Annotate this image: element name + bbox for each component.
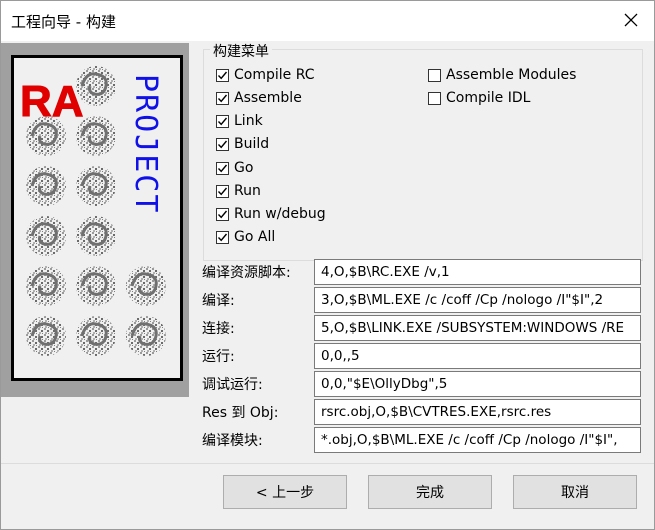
window-title: 工程向导 - 构建 [11,13,116,31]
checkbox-checked-icon[interactable] [216,207,229,221]
logo-letters: RA [20,77,84,126]
swirl-tile-icon [76,316,116,356]
swirl-tile-icon [26,266,66,306]
checkbox-empty-icon[interactable] [428,68,441,82]
checkbox-empty-icon[interactable] [428,91,441,105]
button-separator [1,463,654,464]
checkbox-run[interactable]: Run [216,181,261,201]
assemble-module-cmd-field[interactable]: *.obj,O,$B\ML.EXE /c /coff /Cp /nologo /… [314,427,641,453]
debug-cmd-label: 调试运行: [202,377,263,393]
checkbox-checked-icon[interactable] [216,68,229,82]
wizard-body: RA PROJECT 构建菜单 Compile RC Assemble Link Bu… [1,41,654,529]
checkbox-checked-icon[interactable] [216,230,229,244]
checkbox-assemble-modules[interactable]: Assemble Modules [428,65,576,85]
close-icon [624,13,638,27]
build-menu-title: 构建菜单 [210,41,272,61]
close-button[interactable] [608,1,654,39]
checkbox-checked-icon[interactable] [216,137,229,151]
link-cmd-field[interactable]: 5,O,$B\LINK.EXE /SUBSYSTEM:WINDOWS /RE [314,315,641,341]
checkbox-compile-rc[interactable]: Compile RC [216,65,315,85]
checkbox-label: Run [234,183,261,199]
swirl-tile-icon [76,216,116,256]
checkbox-label: Compile RC [234,67,315,83]
checkbox-compile-idl[interactable]: Compile IDL [428,88,530,108]
checkbox-label: Run w/debug [234,206,326,222]
checkbox-label: Go [234,160,254,176]
checkbox-label: Assemble Modules [446,67,577,83]
finish-button[interactable]: 完成 [368,475,492,509]
checkbox-run-w-debug[interactable]: Run w/debug [216,204,326,224]
checkbox-checked-icon[interactable] [216,91,229,105]
run-cmd-label: 运行: [202,349,235,365]
run-cmd-field[interactable]: 0,0,,5 [314,343,641,369]
cancel-button[interactable]: 取消 [513,475,637,509]
compile-rc-cmd-label: 编译资源脚本: [202,265,291,281]
checkbox-label: Build [234,136,270,152]
checkbox-label: Assemble [234,90,302,106]
checkbox-assemble[interactable]: Assemble [216,88,302,108]
checkbox-build[interactable]: Build [216,134,269,154]
swirl-tile-icon [76,266,116,306]
assemble-module-cmd-label: 编译模块: [202,433,263,449]
res-to-obj-cmd-label: Res 到 Obj: [202,405,279,421]
build-menu-group: 构建菜单 Compile RC Assemble Link Build Go Run Run… [203,41,643,261]
compile-rc-cmd-field[interactable]: 4,O,$B\RC.EXE /v,1 [314,259,641,285]
assemble-cmd-field[interactable]: 3,O,$B\ML.EXE /c /coff /Cp /nologo /I"$I… [314,287,641,313]
back-button[interactable]: < 上一步 [223,475,347,509]
swirl-tile-icon [26,166,66,206]
swirl-tile-icon [126,266,166,306]
checkbox-go[interactable]: Go [216,158,253,178]
swirl-tile-icon [26,216,66,256]
link-cmd-label: 连接: [202,321,235,337]
checkbox-label: Compile IDL [446,90,531,106]
checkbox-label: Go All [234,229,276,245]
project-logo: RA PROJECT [11,55,183,381]
swirl-tile-icon [76,166,116,206]
project-logo-graphic: RA PROJECT [20,66,166,356]
res-to-obj-cmd-field[interactable]: rsrc.obj,O,$B\CVTRES.EXE,rsrc.res [314,399,641,425]
checkbox-go-all[interactable]: Go All [216,227,275,247]
project-logo-panel: RA PROJECT [1,43,189,397]
logo-word: PROJECT [128,74,163,214]
checkbox-label: Link [234,113,263,129]
checkbox-link[interactable]: Link [216,111,263,131]
swirl-tile-icon [26,316,66,356]
swirl-tile-icon [126,316,166,356]
title-bar: 工程向导 - 构建 [1,1,654,41]
assemble-cmd-label: 编译: [202,293,235,309]
debug-cmd-field[interactable]: 0,0,"$E\OllyDbg",5 [314,371,641,397]
checkbox-checked-icon[interactable] [216,114,229,128]
wizard-window: 工程向导 - 构建 RA PROJECT 构建菜单 Compile RC Ass… [0,0,655,530]
checkbox-checked-icon[interactable] [216,184,229,198]
checkbox-checked-icon[interactable] [216,161,229,175]
